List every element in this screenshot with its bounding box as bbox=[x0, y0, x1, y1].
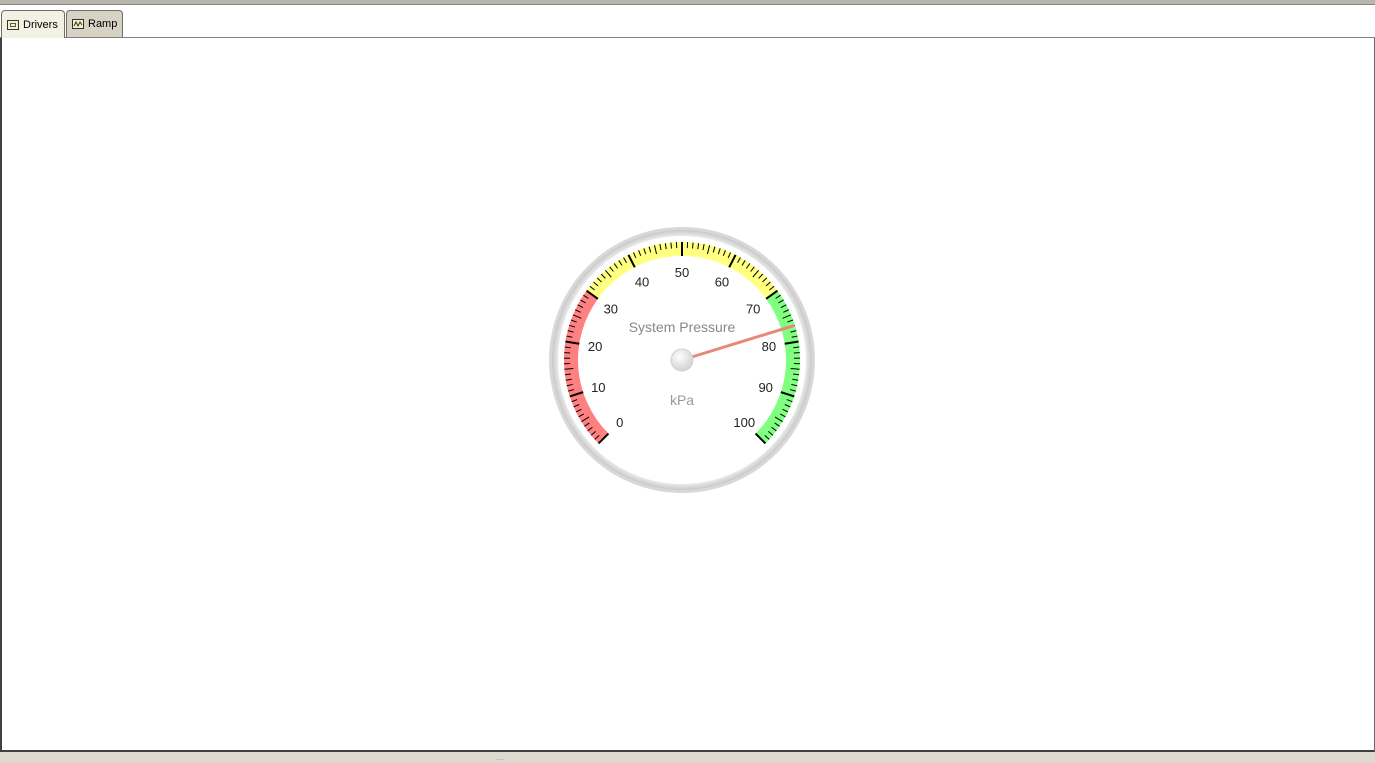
gauge-tick-label: 40 bbox=[635, 275, 649, 290]
tab-drivers-label: Drivers bbox=[23, 18, 58, 31]
gauge-title: System Pressure bbox=[629, 319, 736, 335]
gauge-tick-label: 0 bbox=[616, 415, 623, 430]
ramp-icon bbox=[72, 19, 84, 29]
gauge-minor-tick bbox=[793, 346, 800, 349]
gauge-minor-tick bbox=[692, 242, 694, 249]
gauge-tick-label: 60 bbox=[715, 275, 729, 290]
tab-bar: Drivers Ramp bbox=[0, 5, 1375, 38]
gauge-tick-label: 30 bbox=[604, 301, 618, 316]
gauge-minor-tick bbox=[564, 346, 571, 349]
gauge-needle-cap bbox=[670, 348, 694, 372]
gauge-tick-label: 20 bbox=[588, 339, 602, 354]
tab-ramp-label: Ramp bbox=[88, 18, 118, 30]
gauge-tick-label: 100 bbox=[733, 415, 755, 430]
tab-drivers[interactable]: Drivers bbox=[1, 10, 65, 38]
gauge-minor-tick bbox=[564, 368, 574, 370]
gauge-minor-tick bbox=[790, 368, 800, 370]
gauge-tick-label: 70 bbox=[746, 301, 760, 316]
bottom-splitter[interactable]: ... bbox=[0, 752, 1375, 763]
gauge-tick-label: 10 bbox=[591, 380, 605, 395]
gauge-unit: kPa bbox=[670, 392, 694, 408]
gauge-minor-tick bbox=[670, 242, 672, 249]
gauge-tick-label: 90 bbox=[758, 380, 772, 395]
pressure-gauge: 0 10 20 30 40 50 60 70 80 90 100 System Pressure k… bbox=[549, 227, 815, 493]
tab-ramp[interactable]: Ramp bbox=[66, 10, 123, 37]
gauge-tick-label: 50 bbox=[675, 265, 689, 280]
drivers-icon bbox=[7, 19, 19, 30]
gauge-tick-label: 80 bbox=[762, 339, 776, 354]
splitter-grip[interactable]: ... bbox=[496, 755, 505, 762]
